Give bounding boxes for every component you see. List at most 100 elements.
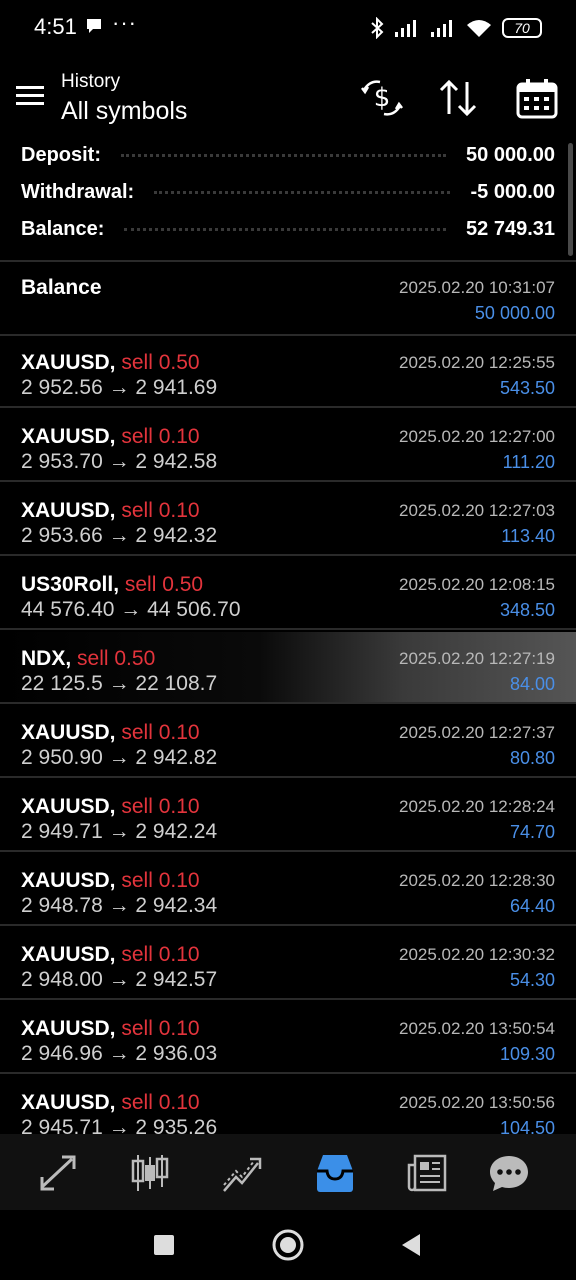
trade-symbol: XAUUSD, <box>21 869 116 892</box>
trade-side: sell 0.50 <box>77 647 156 670</box>
calendar-icon[interactable] <box>515 76 559 120</box>
trade-title: XAUUSD, sell 0.10 <box>21 1091 200 1115</box>
symbol-filter[interactable]: All symbols <box>61 97 187 126</box>
withdrawal-value: -5 000.00 <box>470 180 555 203</box>
messages-tab[interactable] <box>484 1148 534 1198</box>
status-time: 4:51 <box>34 14 77 39</box>
recents-button[interactable] <box>147 1228 181 1262</box>
trade-date: 2025.02.20 12:08:15 <box>399 575 555 594</box>
scrollbar[interactable] <box>568 143 573 256</box>
trade-prices: 2 948.00 → 2 942.57 <box>21 968 218 991</box>
svg-text:$: $ <box>374 83 391 113</box>
balance-operation-row[interactable]: Balance 2025.02.20 10:31:07 50 000.00 <box>0 262 576 336</box>
battery-icon: 70 <box>502 18 542 38</box>
signal-icon <box>395 20 416 37</box>
trade-row[interactable]: XAUUSD, sell 0.10 2 946.96 → 2 936.03 20… <box>0 1002 576 1074</box>
balance-operation-date: 2025.02.20 10:31:07 <box>399 278 555 297</box>
trade-row[interactable]: XAUUSD, sell 0.10 2 945.71 → 2 935.26 20… <box>0 1076 576 1134</box>
back-button[interactable] <box>395 1228 429 1262</box>
quotes-tab[interactable] <box>33 1148 83 1198</box>
trade-row[interactable]: XAUUSD, sell 0.50 2 952.56 → 2 941.69 20… <box>0 336 576 408</box>
trade-date: 2025.02.20 13:50:54 <box>399 1019 555 1038</box>
trade-symbol: XAUUSD, <box>21 1091 116 1114</box>
trade-profit: 543.50 <box>499 378 555 398</box>
trade-row[interactable]: XAUUSD, sell 0.10 2 953.70 → 2 942.58 20… <box>0 410 576 482</box>
trade-row[interactable]: XAUUSD, sell 0.10 2 949.71 → 2 942.24 20… <box>0 780 576 852</box>
withdrawal-row: Withdrawal: -5 000.00 <box>21 178 555 206</box>
trade-row[interactable]: US30Roll, sell 0.50 44 576.40 → 44 506.7… <box>0 558 576 630</box>
trade-profit: 80.80 <box>509 748 555 768</box>
chart-icon <box>131 1155 169 1191</box>
bluetooth-icon <box>371 17 384 39</box>
trade-profit: 64.40 <box>509 896 555 916</box>
trade-date: 2025.02.20 12:25:55 <box>399 353 555 372</box>
trade-title: XAUUSD, sell 0.10 <box>21 499 200 523</box>
trade-date: 2025.02.20 13:50:56 <box>399 1093 555 1112</box>
wifi-icon <box>467 20 491 37</box>
trade-prices: 2 946.96 → 2 936.03 <box>21 1042 218 1065</box>
history-tab[interactable] <box>310 1148 360 1198</box>
trade-symbol: NDX, <box>21 647 72 670</box>
trade-prices: 2 952.56 → 2 941.69 <box>21 376 218 399</box>
status-overflow-dots: ··· <box>112 10 137 35</box>
menu-icon[interactable] <box>16 84 46 108</box>
trade-row[interactable]: XAUUSD, sell 0.10 2 948.00 → 2 942.57 20… <box>0 928 576 1000</box>
trade-side: sell 0.10 <box>121 499 200 522</box>
trade-title: NDX, sell 0.50 <box>21 647 155 671</box>
trade-profit: 54.30 <box>509 970 555 990</box>
status-icons: 70 <box>370 14 542 42</box>
trade-prices: 2 948.78 → 2 942.34 <box>21 894 218 917</box>
trade-title: XAUUSD, sell 0.50 <box>21 351 200 375</box>
balance-label: Balance: <box>21 217 105 240</box>
trade-prices: 2 950.90 → 2 942.82 <box>21 746 218 769</box>
trade-side: sell 0.50 <box>121 351 200 374</box>
trade-prices: 22 125.5 → 22 108.7 <box>21 672 218 695</box>
chart-tab[interactable] <box>125 1148 175 1198</box>
trade-side: sell 0.10 <box>121 721 200 744</box>
trade-row[interactable]: XAUUSD, sell 0.10 2 948.78 → 2 942.34 20… <box>0 854 576 926</box>
trade-symbol: US30Roll, <box>21 573 120 596</box>
history-icon <box>317 1155 353 1192</box>
trade-profit: 111.20 <box>502 452 555 472</box>
history-summary: Deposit: 50 000.00 Withdrawal: -5 000.00… <box>0 140 576 260</box>
dotted-leader <box>154 190 451 194</box>
trade-profit: 104.50 <box>499 1118 555 1134</box>
home-button[interactable] <box>271 1228 305 1262</box>
signal-icon-2 <box>431 20 452 37</box>
app-bar: History All symbols $ <box>0 56 576 140</box>
trade-side: sell 0.10 <box>121 869 200 892</box>
news-icon <box>407 1154 447 1192</box>
trade-prices: 44 576.40 → 44 506.70 <box>21 598 241 621</box>
trade-title: XAUUSD, sell 0.10 <box>21 943 200 967</box>
trade-row-pressed[interactable]: NDX, sell 0.50 22 125.5 → 22 108.7 2025.… <box>0 632 576 704</box>
trade-date: 2025.02.20 12:27:03 <box>399 501 555 520</box>
system-navigation-bar <box>0 1210 576 1280</box>
trade-date: 2025.02.20 12:28:24 <box>399 797 555 816</box>
dotted-leader <box>121 153 447 157</box>
trade-profit: 113.40 <box>501 526 555 546</box>
trade-date: 2025.02.20 12:28:30 <box>399 871 555 890</box>
history-list[interactable]: Balance 2025.02.20 10:31:07 50 000.00 XA… <box>0 262 576 1134</box>
trade-date: 2025.02.20 12:27:19 <box>399 649 555 668</box>
trade-prices: 2 949.71 → 2 942.24 <box>21 820 218 843</box>
trade-date: 2025.02.20 12:30:32 <box>399 945 555 964</box>
status-bar: 4:51 ··· 70 <box>0 0 576 56</box>
trade-symbol: XAUUSD, <box>21 943 116 966</box>
trade-tab[interactable] <box>217 1148 267 1198</box>
balance-operation-label: Balance <box>21 276 102 299</box>
trade-side: sell 0.10 <box>121 795 200 818</box>
trade-side: sell 0.10 <box>121 425 200 448</box>
sort-icon[interactable] <box>437 76 481 120</box>
messages-icon <box>490 1156 528 1191</box>
trade-row[interactable]: XAUUSD, sell 0.10 2 953.66 → 2 942.32 20… <box>0 484 576 556</box>
dotted-leader <box>124 227 447 231</box>
trade-row[interactable]: XAUUSD, sell 0.10 2 950.90 → 2 942.82 20… <box>0 706 576 778</box>
trade-prices: 2 953.70 → 2 942.58 <box>21 450 218 473</box>
trade-symbol: XAUUSD, <box>21 425 116 448</box>
trade-title: XAUUSD, sell 0.10 <box>21 795 200 819</box>
currency-exchange-icon[interactable]: $ <box>360 76 404 120</box>
trade-title: XAUUSD, sell 0.10 <box>21 1017 200 1041</box>
news-tab[interactable] <box>402 1148 452 1198</box>
trade-title: XAUUSD, sell 0.10 <box>21 425 200 449</box>
trade-symbol: XAUUSD, <box>21 499 116 522</box>
